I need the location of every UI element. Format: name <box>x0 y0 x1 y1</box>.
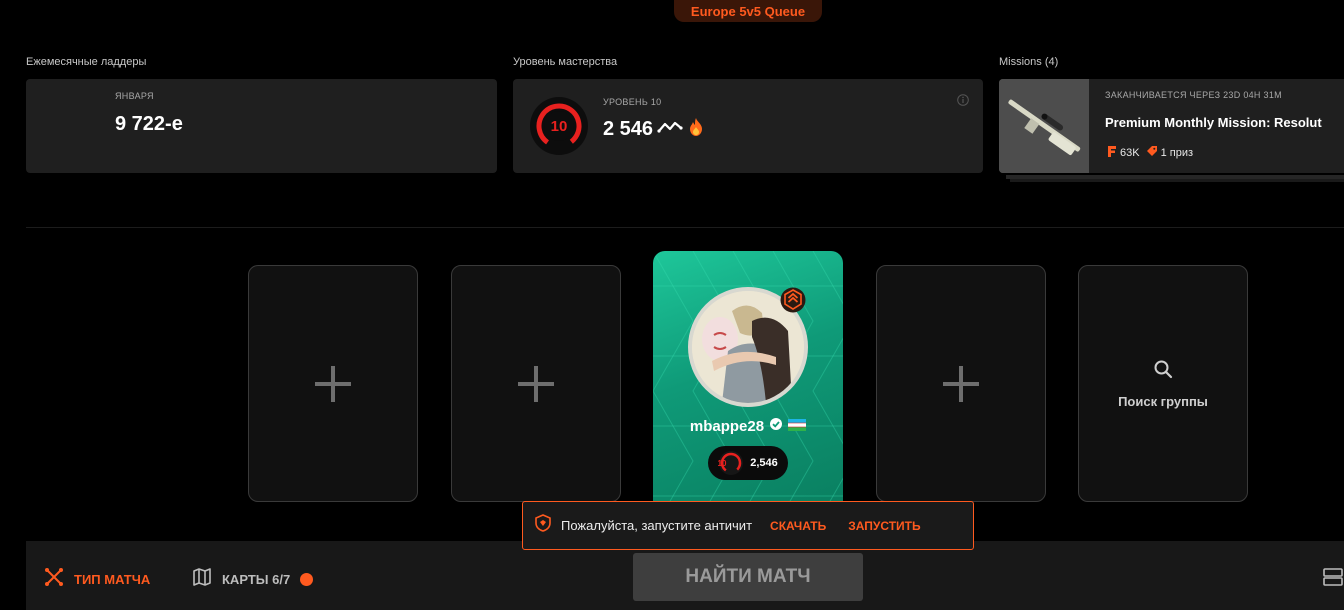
find-match-button[interactable]: НАЙТИ МАТЧ <box>633 553 863 601</box>
mission-ends-in: ЗАКАНЧИВАЕТСЯ ЧЕРЕЗ 23D 04H 31M <box>1105 90 1282 100</box>
ladders-section-label: Ежемесячные ладдеры <box>26 56 147 68</box>
map-icon <box>192 567 212 592</box>
maps-tab[interactable]: КАРТЫ 6/7 <box>192 567 314 592</box>
mastery-level-text: УРОВЕНЬ 10 <box>603 97 662 107</box>
anticheat-launch-link[interactable]: ЗАПУСТИТЬ <box>848 519 920 533</box>
rank-badge-icon <box>780 287 806 313</box>
mastery-section-label: Уровень мастерства <box>513 56 618 68</box>
skill-level-icon: 10 <box>529 96 589 156</box>
fire-icon <box>687 117 705 142</box>
player-elo: 2,546 <box>750 457 778 469</box>
party-slot-empty-3[interactable] <box>876 265 1046 502</box>
party-search-label: Поиск группы <box>1118 393 1208 409</box>
maps-label: КАРТЫ 6/7 <box>222 572 291 587</box>
info-icon[interactable] <box>957 93 969 106</box>
mission-card[interactable]: ЗАКАНЧИВАЕТСЯ ЧЕРЕЗ 23D 04H 31M Premium … <box>999 79 1344 173</box>
layout-icon[interactable] <box>1323 567 1343 587</box>
ladder-month: ЯНВАРЯ <box>115 91 154 101</box>
plus-icon <box>518 365 554 402</box>
mastery-panel[interactable]: 10 УРОВЕНЬ 10 2 546 <box>513 79 983 173</box>
player-name[interactable]: mbappe28 <box>690 418 764 435</box>
anticheat-download-link[interactable]: СКАЧАТЬ <box>770 519 826 533</box>
ladders-panel[interactable]: ЯНВАРЯ 9 722-е <box>26 79 497 173</box>
party-slot-empty-2[interactable] <box>451 265 621 502</box>
missions-section-label[interactable]: Missions (4) <box>999 56 1058 68</box>
search-icon <box>1153 359 1173 384</box>
flag-icon <box>788 418 807 436</box>
match-type-tab[interactable]: ТИП МАТЧА <box>44 567 150 592</box>
match-type-label: ТИП МАТЧА <box>74 572 151 587</box>
prize-tag-icon <box>1146 145 1158 160</box>
mission-points: 63K <box>1120 146 1140 159</box>
queue-indicator[interactable]: Europe 5v5 Queue <box>674 0 822 22</box>
faceit-points-icon <box>1107 145 1117 160</box>
maps-status-dot <box>300 573 314 586</box>
party-search-slot[interactable]: Поиск группы <box>1078 265 1248 502</box>
elo-trend-icon <box>657 120 683 139</box>
bottom-bar: ТИП МАТЧА КАРТЫ 6/7 НАЙТИ МАТЧ <box>26 541 1344 610</box>
crosshair-icon <box>44 567 64 592</box>
party-slot-empty-1[interactable] <box>248 265 418 502</box>
mission-weapon-image <box>999 79 1089 173</box>
player-card[interactable]: mbappe28 2,546 10 <box>653 251 843 506</box>
section-divider <box>26 227 1344 228</box>
mission-title: Premium Monthly Mission: Resolut <box>1105 115 1322 130</box>
ladder-position: 9 722-е <box>115 113 183 135</box>
plus-icon <box>315 365 351 402</box>
anticheat-notice: Пожалуйста, запустите античит СКАЧАТЬ ЗА… <box>522 501 974 550</box>
verified-icon <box>769 417 783 436</box>
anticheat-message: Пожалуйста, запустите античит <box>561 518 753 533</box>
skill-level-number: 10 <box>550 117 568 135</box>
plus-icon <box>943 365 979 402</box>
mission-prize: 1 приз <box>1160 146 1194 159</box>
player-level-number: 10 <box>717 458 727 468</box>
shield-icon <box>535 514 551 537</box>
mastery-elo: 2 546 <box>603 118 654 140</box>
mission-stack-shadow-2 <box>1010 179 1344 182</box>
